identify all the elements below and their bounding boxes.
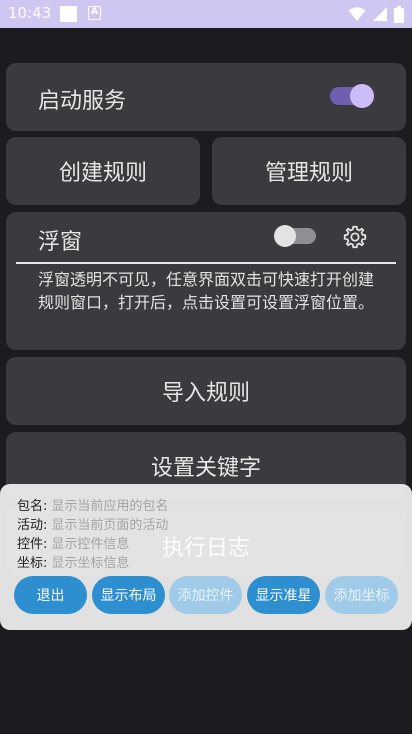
float-window-toggle[interactable] <box>274 225 316 247</box>
status-bar: 10:43 A <box>0 0 412 28</box>
add-widget-button[interactable]: 添加控件 <box>169 576 242 614</box>
service-toggle[interactable] <box>330 84 374 108</box>
wifi-icon <box>348 7 366 21</box>
import-rule-button[interactable]: 导入规则 <box>6 357 406 425</box>
gear-icon[interactable] <box>342 224 368 250</box>
float-window-card: 浮窗 浮窗透明不可见，任意界面双击可快速打开创建规则窗口，打开后，点击设置可设置… <box>6 212 406 350</box>
status-time: 10:43 <box>8 4 52 22</box>
service-card: 启动服务 <box>6 63 406 131</box>
float-window-label: 浮窗 <box>38 230 83 255</box>
float-window-description: 浮窗透明不可见，任意界面双击可快速打开创建规则窗口，打开后，点击设置可设置浮窗位… <box>38 270 375 312</box>
notification-icon <box>60 6 77 22</box>
info-row-coordinate: 坐标: 显示坐标信息 <box>17 556 130 571</box>
create-rule-label: 创建规则 <box>58 161 147 186</box>
exit-button[interactable]: 退出 <box>14 576 87 614</box>
add-coordinate-button[interactable]: 添加坐标 <box>325 576 398 614</box>
signal-icon <box>373 7 387 21</box>
manage-rule-label: 管理规则 <box>264 161 353 186</box>
show-crosshair-button[interactable]: 显示准星 <box>247 576 320 614</box>
info-row-package: 包名: 显示当前应用的包名 <box>17 499 169 514</box>
info-row-widget: 控件: 显示控件信息 <box>17 537 130 552</box>
info-row-activity: 活动: 显示当前页面的活动 <box>17 518 169 533</box>
create-rule-button[interactable]: 创建规则 <box>6 137 200 205</box>
service-label: 启动服务 <box>38 89 127 114</box>
manage-rule-button[interactable]: 管理规则 <box>212 137 406 205</box>
battery-icon <box>394 5 404 23</box>
show-layout-button[interactable]: 显示布局 <box>92 576 165 614</box>
a-badge-icon: A <box>88 6 101 20</box>
divider <box>16 262 396 264</box>
import-rule-label: 导入规则 <box>161 381 250 406</box>
